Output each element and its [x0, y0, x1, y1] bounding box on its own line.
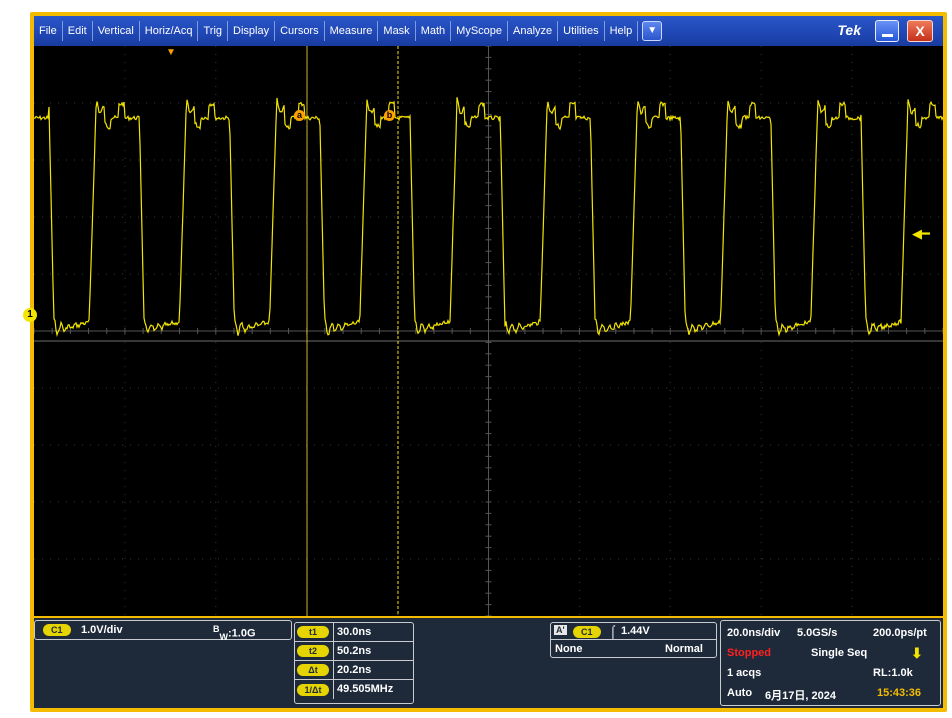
- single-seq-icon: ⬇: [911, 645, 923, 661]
- trigger-source-badge: C1: [573, 626, 601, 638]
- bandwidth-label: BW:1.0G: [213, 624, 256, 642]
- minimize-icon: [882, 34, 893, 37]
- tek-logo: Tek: [837, 22, 861, 38]
- cursor-t1-badge: t1: [297, 626, 329, 638]
- time: 15:43:36: [877, 687, 922, 699]
- channel-1-readout[interactable]: C1 1.0V/div BW:1.0G: [34, 620, 292, 642]
- menu-item-help[interactable]: Help: [605, 21, 639, 41]
- acq-mode: Single Seq: [811, 647, 868, 659]
- trigger-position-marker[interactable]: ▼: [166, 47, 176, 58]
- rising-edge-icon: ⌠: [609, 624, 617, 639]
- menu-item-vertical[interactable]: Vertical: [93, 21, 140, 41]
- menu-item-file[interactable]: File: [34, 21, 63, 41]
- trigger-divider: [551, 639, 716, 640]
- menu-item-analyze[interactable]: Analyze: [508, 21, 559, 41]
- acq-count: 1 acqs: [727, 667, 762, 679]
- menu-item-measure[interactable]: Measure: [325, 21, 379, 41]
- trigger-coupling: None: [555, 643, 583, 655]
- minimize-button[interactable]: [875, 20, 899, 42]
- cursor-readout[interactable]: t1 30.0ns t2 50.2ns Δt 20.2ns 1/Δt 49.505MHz: [294, 622, 414, 704]
- cursor-t1-value: 30.0ns: [333, 622, 413, 642]
- menu-item-display[interactable]: Display: [228, 21, 276, 41]
- close-button[interactable]: X: [907, 20, 933, 42]
- cursor-row-t1: t1 30.0ns: [295, 622, 413, 642]
- menu-item-edit[interactable]: Edit: [63, 21, 93, 41]
- waveform-display[interactable]: ▼ 1 ◀━ a b: [23, 46, 943, 616]
- menu-item-trig[interactable]: Trig: [198, 21, 229, 41]
- cursor-t2-value: 50.2ns: [333, 641, 413, 661]
- menu-item-utilities[interactable]: Utilities: [558, 21, 605, 41]
- cursor-freq-badge: 1/Δt: [297, 683, 329, 696]
- cursor-b-label[interactable]: b: [384, 110, 395, 121]
- cursor-row-t2: t2 50.2ns: [295, 641, 413, 661]
- channel-1-badge: C1: [43, 624, 71, 636]
- trigger-mode-badge: A': [554, 625, 567, 635]
- trigger-level: 1.44V: [621, 625, 650, 637]
- menu-item-mask[interactable]: Mask: [378, 21, 416, 41]
- down-triangle-icon[interactable]: ▼: [642, 21, 663, 41]
- trigger-readout[interactable]: A' C1 ⌠ 1.44V None Normal: [550, 622, 717, 658]
- graticule: [34, 46, 943, 616]
- menu-item-cursors[interactable]: Cursors: [275, 21, 325, 41]
- cursor-delta-value: 20.2ns: [333, 660, 413, 680]
- menu-bar: File Edit Vertical Horiz/Acq Trig Display Curs…: [34, 16, 943, 46]
- channel-1-scale: 1.0V/div: [81, 624, 123, 636]
- horizontal-scale: 20.0ns/div: [727, 627, 781, 639]
- oscilloscope-window: File Edit Vertical Horiz/Acq Trig Display Curs…: [23, 12, 947, 712]
- cursor-a-label[interactable]: a: [294, 110, 305, 121]
- cursor-row-delta: Δt 20.2ns: [295, 660, 413, 680]
- menu-item-myscope[interactable]: MyScope: [451, 21, 509, 41]
- trigger-level-arrow-icon[interactable]: ◀━: [912, 226, 930, 242]
- trigger-mode: Auto: [727, 687, 753, 699]
- channel-1-marker[interactable]: 1: [23, 308, 37, 322]
- cursor-delta-badge: Δt: [297, 664, 329, 676]
- sample-rate: 5.0GS/s: [797, 627, 838, 639]
- date: 6月17日, 2024: [765, 690, 836, 702]
- menu-items: File Edit Vertical Horiz/Acq Trig Display Curs…: [34, 21, 639, 41]
- acq-state: Stopped: [727, 647, 771, 659]
- record-length: RL:1.0k: [873, 667, 913, 679]
- resolution: 200.0ps/pt: [873, 627, 927, 639]
- readout-panel: C1 1.0V/div BW:1.0G t1 30.0ns t2 50.2ns Δt…: [34, 618, 943, 708]
- menu-item-horiz-acq[interactable]: Horiz/Acq: [140, 21, 199, 41]
- menu-item-math[interactable]: Math: [416, 21, 452, 41]
- cursor-t2-badge: t2: [297, 645, 329, 657]
- horizontal-readout[interactable]: 20.0ns/div 5.0GS/s 200.0ps/pt Stopped Si…: [720, 620, 941, 706]
- cursor-freq-value: 49.505MHz: [333, 680, 413, 699]
- cursor-row-freq: 1/Δt 49.505MHz: [295, 680, 413, 699]
- trigger-type: Normal: [665, 643, 703, 655]
